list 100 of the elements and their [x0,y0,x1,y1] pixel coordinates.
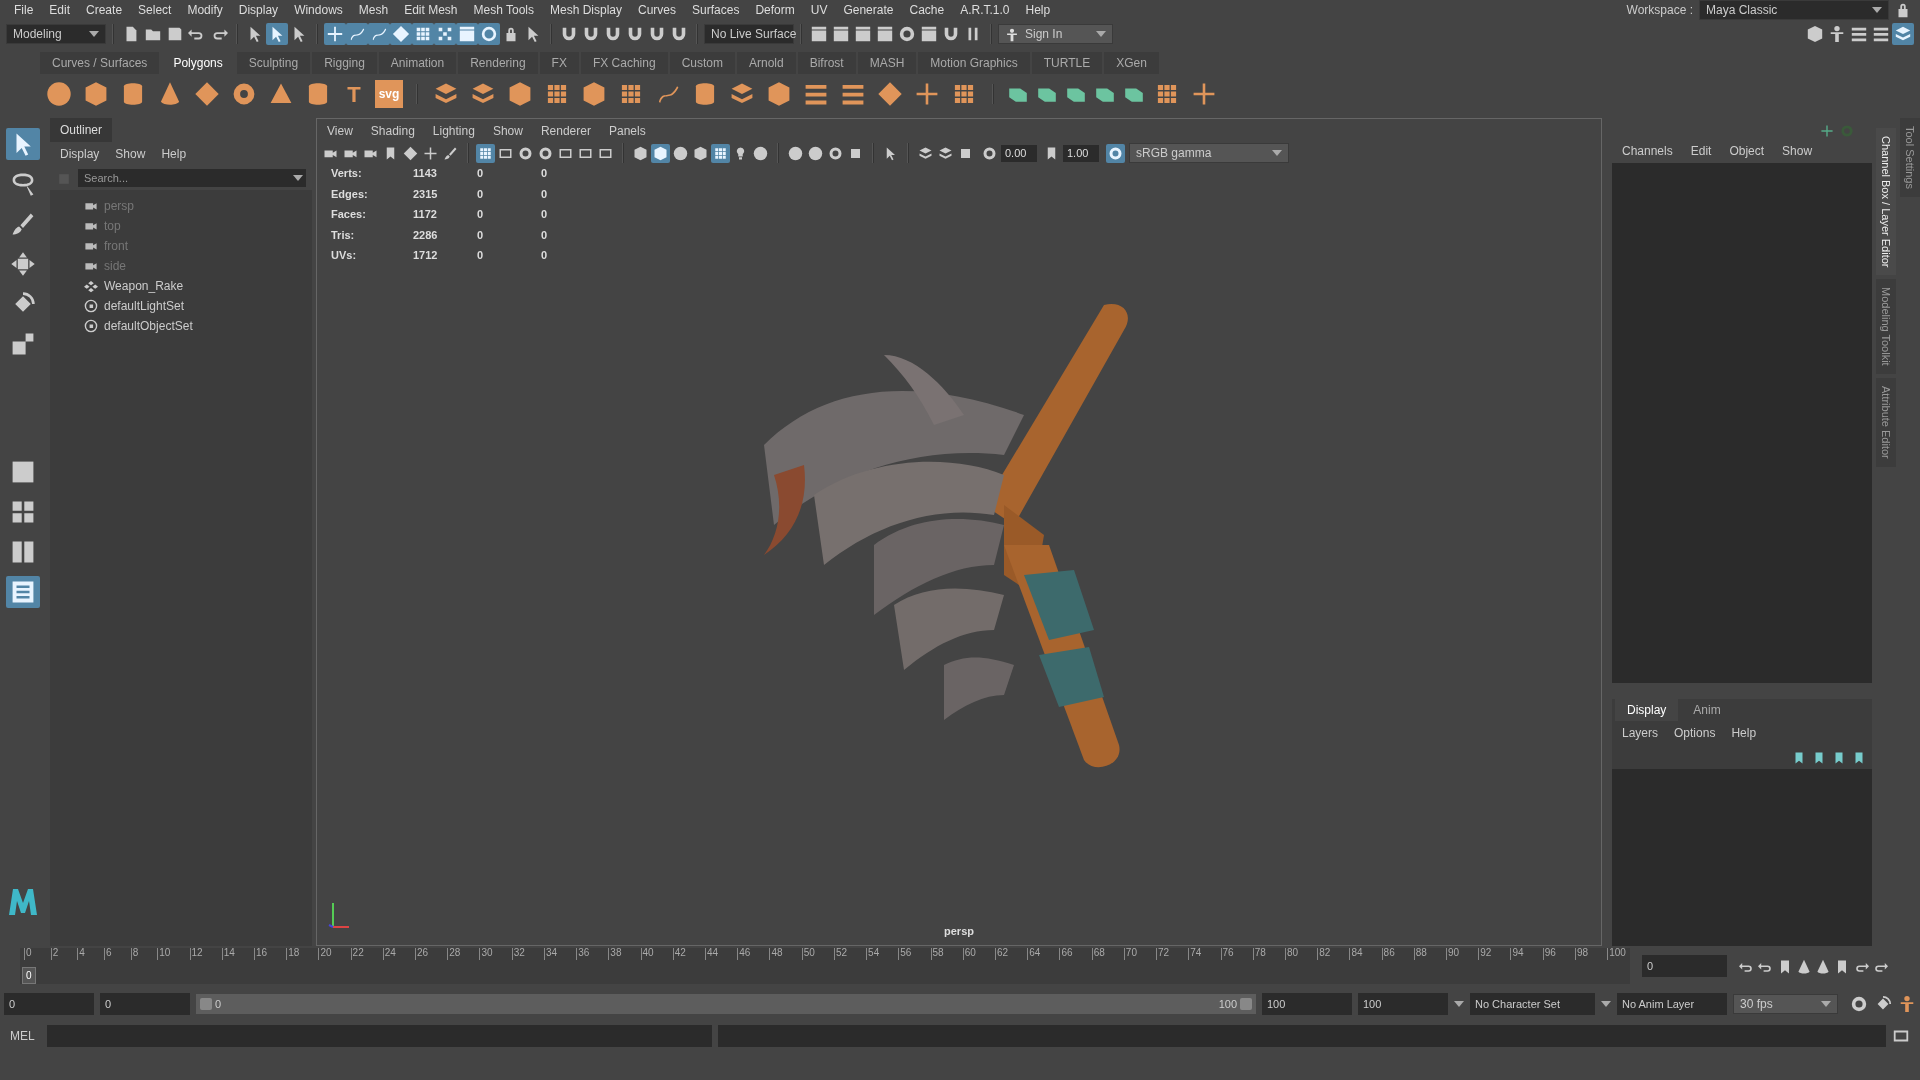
menu-item[interactable]: Edit Mesh [396,1,466,19]
outliner-item[interactable]: defaultLightSet [104,297,185,315]
start-field[interactable]: 0 [4,993,94,1015]
menu-item[interactable]: Display [230,1,287,19]
gamma-field[interactable]: 1.00 [1063,144,1099,162]
menu-item[interactable]: Show [1782,142,1813,160]
side-tab[interactable]: Attribute Editor [1876,378,1896,467]
menu-item[interactable]: Modify [179,1,231,19]
shelf-tab[interactable]: Curves / Surfaces [40,52,160,74]
current-frame-marker[interactable]: 0 [22,967,36,984]
menu-item[interactable]: Panels [608,122,646,140]
clapper-icon[interactable] [456,23,478,45]
menu-item[interactable]: Windows [286,1,351,19]
select-icon[interactable] [266,23,288,45]
range-slider[interactable]: 0 100 [196,994,1256,1014]
menu-item[interactable]: Surfaces [684,1,748,19]
anim-layer-field[interactable]: No Anim Layer [1617,993,1727,1015]
shelf-tab[interactable]: TURTLE [1031,52,1103,74]
menu-item[interactable]: Show [115,145,146,163]
mode-dropdown[interactable]: Modeling [6,24,106,44]
menu-item[interactable]: Lighting [432,122,475,140]
playback-end-field[interactable]: 100 [1262,993,1352,1015]
shelf-tab[interactable]: Animation [378,52,457,74]
character-set-field[interactable]: No Character Set [1470,993,1595,1015]
live-surface-field[interactable]: No Live Surface [704,24,794,44]
menu-item[interactable]: Object [1729,142,1765,160]
outliner-icon[interactable] [6,576,40,608]
shelf-tab[interactable]: Arnold [736,52,796,74]
side-tab[interactable]: Channel Box / Layer Editor [1876,128,1896,276]
menu-item[interactable]: Curves [630,1,685,19]
side-tab[interactable]: Tool Settings [1900,118,1920,197]
menu-item[interactable]: A.R.T.1.0 [952,1,1018,19]
sphere-icon[interactable] [44,79,74,109]
menu-item[interactable]: Options [1674,724,1716,742]
checker-icon[interactable] [434,23,456,45]
menu-item[interactable]: Mesh Display [542,1,631,19]
current-frame-field[interactable]: 0 [1642,955,1727,977]
menu-item[interactable]: Layers [1622,724,1659,742]
exposure-field[interactable]: 0.00 [1001,144,1037,162]
tick-label: 46 [737,948,751,960]
grid-icon[interactable] [476,143,495,163]
menu-item[interactable]: Create [78,1,131,19]
menu-item[interactable]: Show [492,122,523,140]
end-field[interactable]: 100 [1358,993,1448,1015]
menu-item[interactable]: Help [1731,724,1757,742]
shelf-tab[interactable]: XGen [1104,52,1159,74]
tick-label: 90 [1446,948,1460,960]
runner-icon[interactable] [1898,994,1916,1014]
sign-in-dropdown[interactable]: Sign In [998,24,1113,44]
menu-item[interactable]: Help [161,145,187,163]
menu-item[interactable]: Mesh Tools [465,1,542,19]
layers-icon[interactable] [1892,23,1914,45]
tick-label: 40 [640,948,654,960]
menu-item[interactable]: Cache [901,1,953,19]
menu-item[interactable]: Renderer [540,122,591,140]
menu-item[interactable]: Shading [370,122,415,140]
slider-handle[interactable] [1240,998,1252,1010]
fps-dropdown[interactable]: 30 fps [1733,994,1838,1014]
menu-item[interactable]: View [327,122,353,140]
slider-handle[interactable] [200,998,212,1010]
menu-item[interactable]: Channels [1622,142,1673,160]
menu-item[interactable]: Help [1017,1,1059,19]
menu-item[interactable]: Generate [835,1,902,19]
color-management-icon[interactable] [1106,143,1125,163]
time-ruler[interactable]: 0 2 4 6 8 10 12 14 16 18 20 22 24 26 28 30 32 34 36 38 40 42 44 46 48 50 52 54 56 58 60 62 64 66 68 70 72 74 76 78 80 82 84 86 88 90 92 94 96 98 100 0 [20,948,1630,984]
shelf-tab[interactable]: Custom [669,52,735,74]
select-icon[interactable] [6,128,40,160]
shelf-tab[interactable]: Motion Graphics [918,52,1030,74]
cube-icon[interactable] [651,143,670,163]
menu-item[interactable]: Mesh [350,1,397,19]
menu-item[interactable]: Select [130,1,180,19]
shelf-tab[interactable]: Sculpting [236,52,311,74]
command-language-label[interactable]: MEL [10,1027,35,1045]
shelf-tab[interactable]: FX Caching [580,52,668,74]
outliner-item[interactable]: Weapon_Rake [104,277,184,295]
ring-icon[interactable] [478,23,500,45]
plus-icon[interactable] [324,23,346,45]
menu-item[interactable]: File [6,1,42,19]
outliner-item[interactable]: defaultObjectSet [104,317,193,335]
menu-item[interactable]: Edit [1690,142,1712,160]
grid-icon[interactable] [711,143,730,163]
loop-icon[interactable] [1850,994,1868,1014]
menu-item[interactable]: Edit [41,1,79,19]
shelf-tab[interactable]: FX [539,52,579,74]
hud-label: UVs: [331,249,357,261]
layer-tab[interactable]: Display [1615,699,1679,721]
shelf-text-icon[interactable]: T [340,80,368,108]
shelf-tab[interactable]: MASH [857,52,917,74]
search-field[interactable]: Search... [78,169,290,187]
shelf-tab[interactable]: Bifrost [797,52,856,74]
workspace-dropdown[interactable]: Maya Classic [1699,0,1889,20]
playback-start-field[interactable]: 0 [100,993,190,1015]
shelf-tab[interactable]: Rigging [312,52,377,74]
menu-item[interactable]: Deform [747,1,803,19]
menu-item[interactable]: Display [60,145,100,163]
menu-item[interactable]: UV [802,1,836,19]
command-input[interactable] [46,1025,712,1047]
side-tab[interactable]: Modeling Toolkit [1876,279,1896,375]
color-space-dropdown[interactable]: sRGB gamma [1129,143,1289,163]
shelf-tab[interactable]: Rendering [458,52,538,74]
